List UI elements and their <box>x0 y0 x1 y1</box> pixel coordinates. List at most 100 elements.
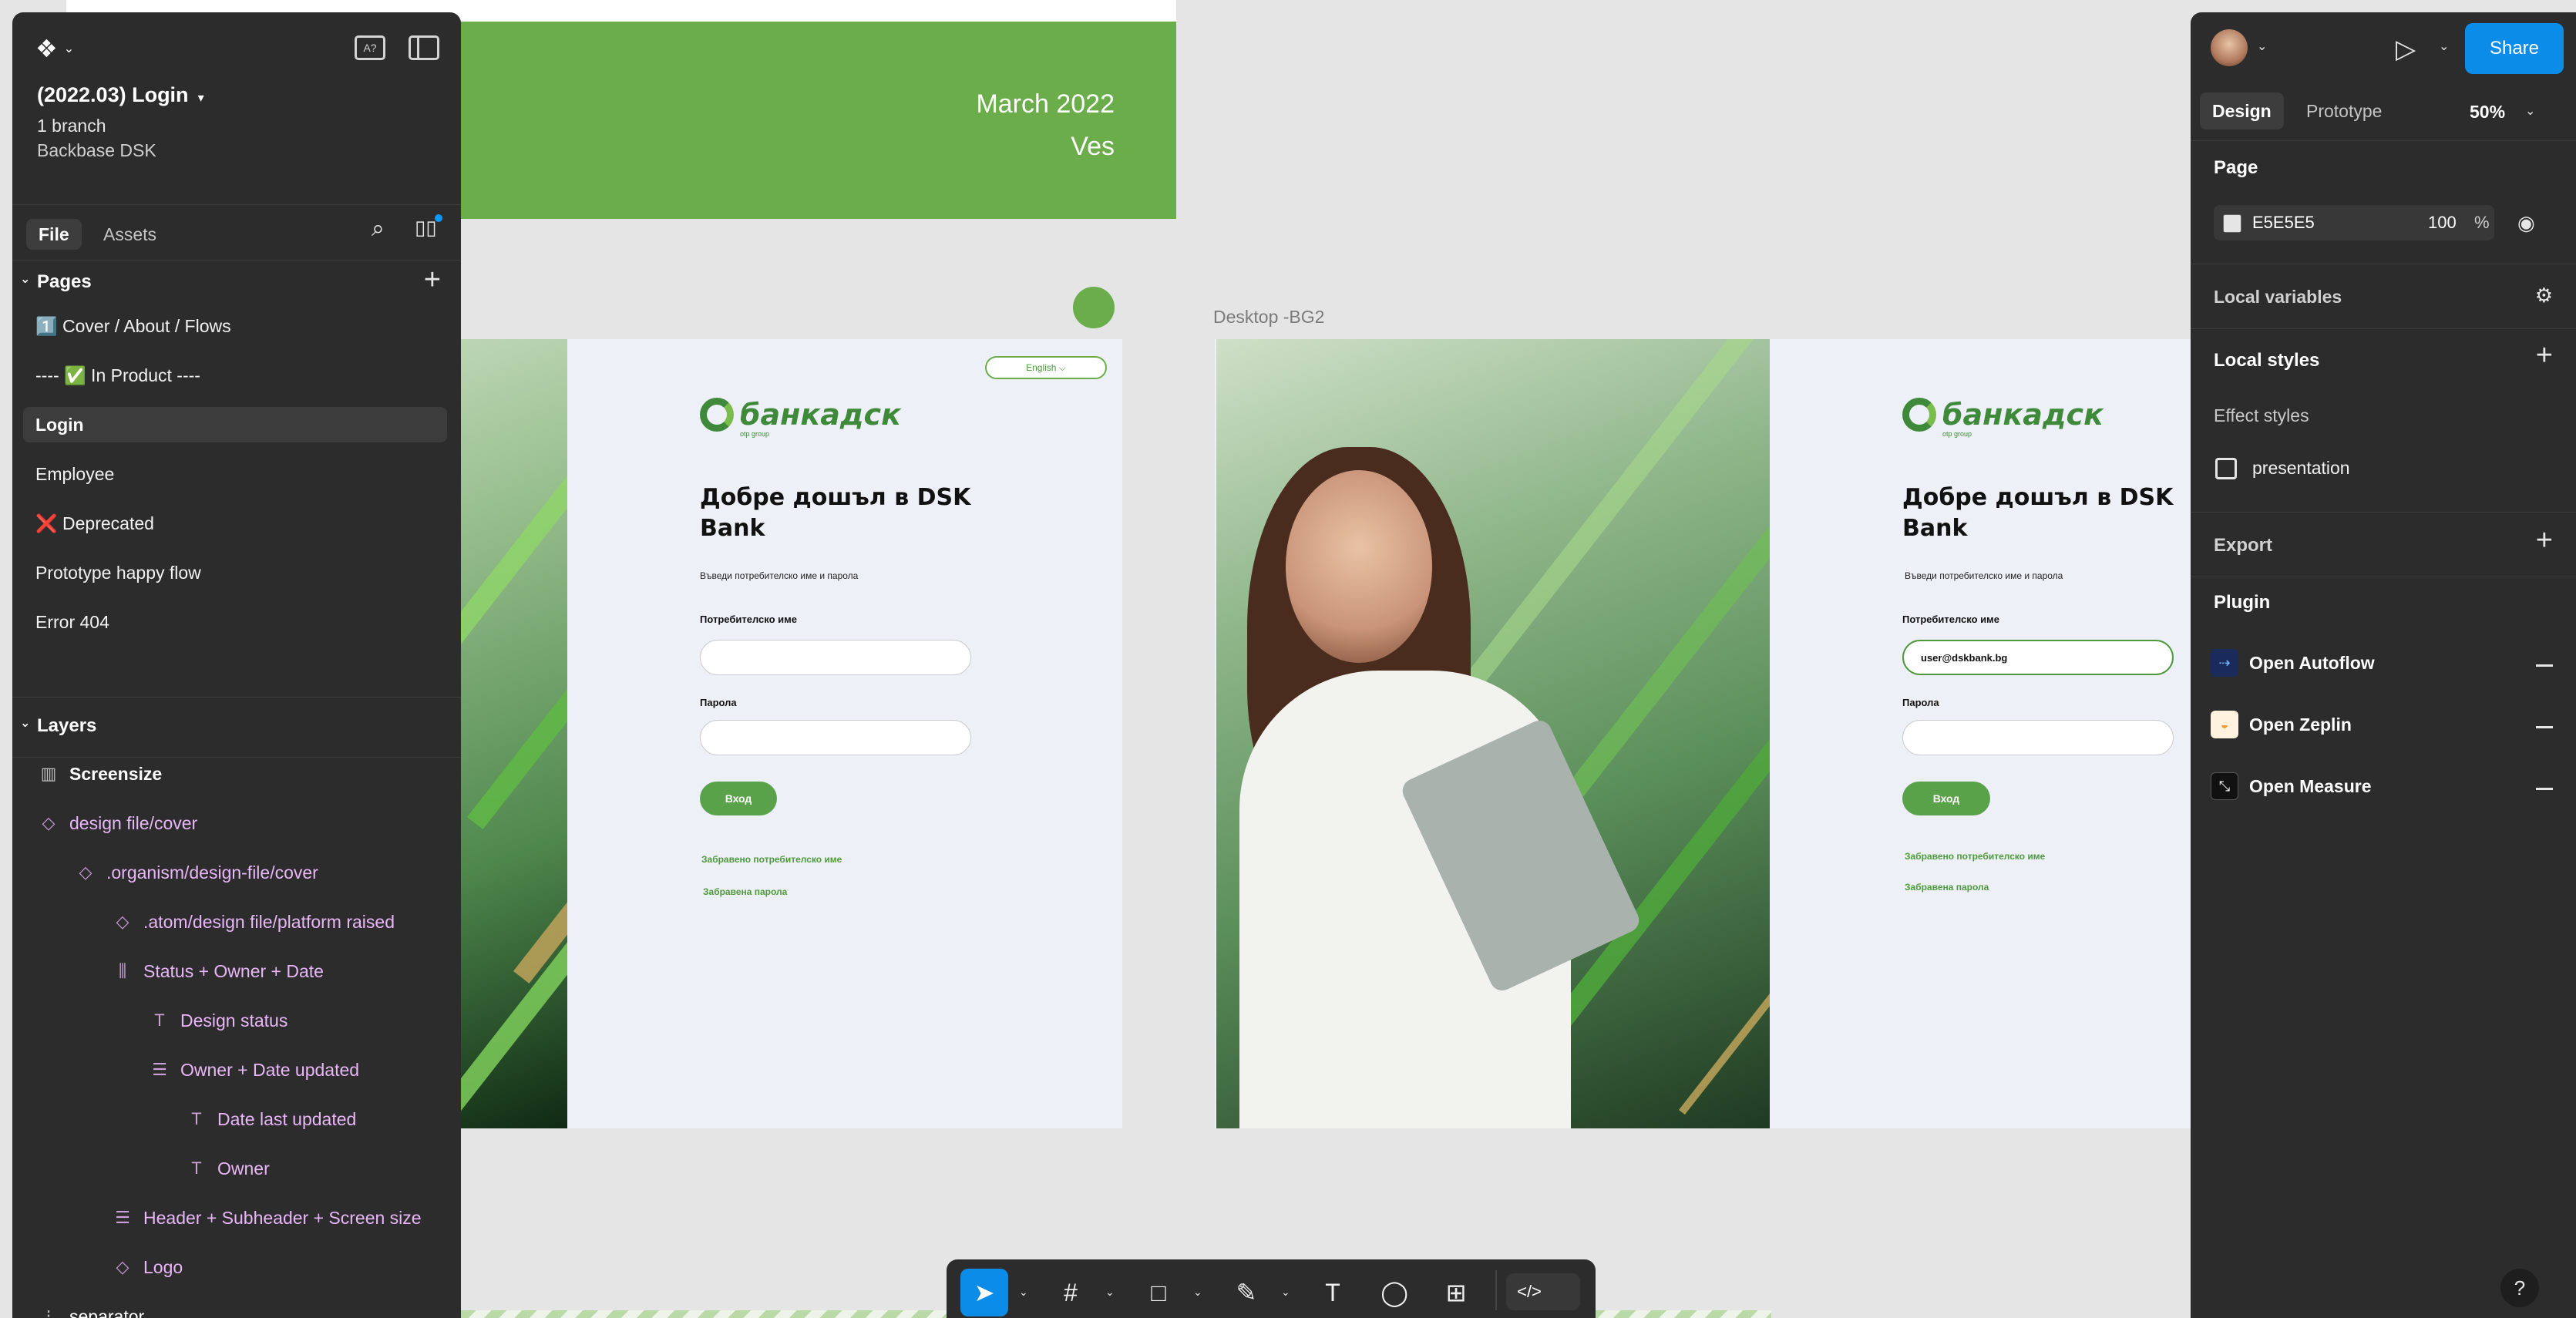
tab-file[interactable]: File <box>26 219 82 250</box>
plugin-autoflow[interactable]: ⇢ Open Autoflow <box>2211 647 2375 678</box>
login-button[interactable]: Вход <box>1902 782 1990 815</box>
layer-row[interactable]: ◇ .organism/design-file/cover <box>72 857 318 888</box>
layer-name: separator <box>69 1306 145 1318</box>
chevron-down-icon[interactable]: ⌄ <box>1281 1286 1290 1299</box>
library-icon[interactable]: ▯▯ <box>415 216 437 240</box>
forgot-password-link[interactable]: Забравена парола <box>1905 882 1989 893</box>
page-item[interactable]: Error 404 <box>23 604 447 640</box>
chevron-down-icon[interactable]: ⌄ <box>1193 1286 1202 1299</box>
username-label: Потребителско име <box>1902 614 1999 625</box>
layer-row[interactable]: ⁝ separator <box>35 1301 145 1318</box>
variables-settings-icon[interactable]: ⚙ <box>2535 284 2553 308</box>
component-instance-icon: ◇ <box>116 1257 129 1276</box>
notification-dot <box>435 214 442 222</box>
plugin-zeplin[interactable]: ◒ Open Zeplin <box>2211 709 2352 740</box>
layer-row[interactable]: T Design status <box>146 1005 288 1036</box>
page-item[interactable]: Prototype happy flow <box>23 555 447 590</box>
opacity-unit: % <box>2474 213 2490 232</box>
present-play-icon[interactable]: ▷ <box>2396 34 2416 65</box>
chevron-down-icon[interactable]: ⌄ <box>1019 1286 1028 1299</box>
layer-row[interactable]: ▥ Screensize <box>35 758 163 789</box>
eye-icon[interactable]: ◉ <box>2517 211 2535 235</box>
add-export-icon[interactable]: + <box>2536 524 2553 557</box>
branch-count[interactable]: 1 branch <box>37 116 106 136</box>
share-button[interactable]: Share <box>2465 23 2564 74</box>
login-frame-2[interactable]: банкадск otp group Добре дошъл в DSK Ban… <box>1215 339 2191 1128</box>
add-page-icon[interactable]: + <box>424 264 441 297</box>
cover-owner: Ves <box>1071 132 1115 161</box>
remove-plugin-icon[interactable] <box>2536 726 2553 728</box>
toolbar-separator <box>1495 1270 1497 1310</box>
text-tool-icon[interactable]: T <box>1309 1269 1357 1316</box>
file-name-dropdown[interactable]: (2022.03) Login ▾ <box>37 83 204 107</box>
language-selector[interactable]: English ⌵ <box>985 356 1107 379</box>
forgot-username-link[interactable]: Забравено потребителско име <box>701 854 842 865</box>
dev-mode-toggle[interactable]: </> <box>1506 1273 1580 1310</box>
code-icon: </> <box>1517 1282 1542 1301</box>
layers-label: Layers <box>37 715 97 736</box>
tab-design[interactable]: Design <box>2200 92 2284 129</box>
layer-row[interactable]: T Date last updated <box>183 1104 356 1135</box>
file-name: (2022.03) Login <box>37 83 189 106</box>
login-button[interactable]: Вход <box>700 782 777 815</box>
layer-row[interactable]: T Owner <box>183 1153 269 1184</box>
page-color-hex[interactable]: E5E5E5 <box>2252 213 2315 233</box>
user-avatar[interactable] <box>2211 29 2248 66</box>
main-menu-button[interactable]: ❖ ⌄ <box>35 34 74 63</box>
chevron-down-icon[interactable]: ⌄ <box>2525 103 2535 119</box>
actions-tool-icon[interactable]: ⊞ <box>1432 1269 1480 1316</box>
forgot-password-link[interactable]: Забравена парола <box>703 886 787 897</box>
layer-row[interactable]: ◇ Logo <box>109 1252 183 1283</box>
file-header: ❖ ⌄ A? (2022.03) Login ▾ 1 branch Backbas… <box>12 12 461 205</box>
team-name[interactable]: Backbase DSK <box>37 140 156 161</box>
ai-assist-icon[interactable]: A? <box>355 35 385 60</box>
forgot-username-link[interactable]: Забравено потребителско име <box>1905 851 2045 862</box>
layer-row[interactable]: ☰ Owner + Date updated <box>146 1054 359 1085</box>
remove-plugin-icon[interactable] <box>2536 664 2553 667</box>
chevron-down-icon[interactable]: ⌄ <box>2257 39 2267 54</box>
page-item[interactable]: 1️⃣ Cover / About / Flows <box>23 308 447 344</box>
chevron-down-icon[interactable]: ⌄ <box>2439 39 2449 54</box>
pen-tool-icon[interactable]: ✎ <box>1222 1269 1270 1316</box>
effect-style-presentation[interactable]: presentation <box>2252 458 2350 479</box>
move-tool-icon[interactable]: ➤ <box>960 1269 1008 1316</box>
zoom-level[interactable]: 50% <box>2470 102 2505 123</box>
username-field[interactable]: user@dskbank.bg <box>1902 640 2174 675</box>
layer-row[interactable]: ◇ .atom/design file/platform raised <box>109 906 395 937</box>
layer-name: Screensize <box>69 764 163 784</box>
page-opacity[interactable]: 100 <box>2428 213 2457 233</box>
layers-header[interactable]: ⌄ Layers <box>12 704 461 748</box>
layer-row[interactable]: ☰ Header + Subheader + Screen size <box>109 1202 421 1233</box>
password-field[interactable] <box>1902 720 2174 755</box>
rectangle-tool-icon[interactable]: □ <box>1135 1269 1182 1316</box>
figma-logo-icon: ❖ <box>35 35 58 62</box>
color-swatch[interactable] <box>2223 214 2241 233</box>
toggle-sidebar-icon[interactable] <box>409 35 439 60</box>
layer-row[interactable]: ◇ design file/cover <box>35 808 198 839</box>
pages-header[interactable]: ⌄ Pages + <box>12 261 461 304</box>
page-item[interactable]: Employee <box>23 456 447 492</box>
username-label: Потребителско име <box>700 614 797 625</box>
password-field[interactable] <box>700 720 971 755</box>
page-item[interactable]: ❌ Deprecated <box>23 506 447 541</box>
frame-label-desktop-bg2[interactable]: Desktop -BG2 <box>1213 307 1324 328</box>
auto-layout-vertical-icon: ☰ <box>115 1208 130 1227</box>
pages-label: Pages <box>37 271 92 292</box>
tab-prototype[interactable]: Prototype <box>2294 92 2394 129</box>
comment-tool-icon[interactable]: ◯ <box>1370 1269 1418 1316</box>
comment-marker[interactable] <box>1073 287 1115 328</box>
chevron-down-icon[interactable]: ⌄ <box>1105 1286 1115 1299</box>
search-icon[interactable]: ⌕ <box>372 216 385 242</box>
page-color-field[interactable]: E5E5E5 100 % <box>2214 205 2494 240</box>
frame-tool-icon[interactable]: # <box>1047 1269 1095 1316</box>
plugin-measure[interactable]: ⤡ Open Measure <box>2211 771 2372 802</box>
username-field[interactable] <box>700 640 971 675</box>
page-item[interactable]: ---- ✅ In Product ---- <box>23 358 447 393</box>
remove-plugin-icon[interactable] <box>2536 788 2553 790</box>
local-variables-label[interactable]: Local variables <box>2214 287 2342 308</box>
layer-row[interactable]: ⫼ Status + Owner + Date <box>109 956 324 987</box>
page-item-active[interactable]: Login <box>23 407 447 442</box>
tab-assets[interactable]: Assets <box>91 219 169 250</box>
add-style-icon[interactable]: + <box>2536 339 2553 372</box>
help-icon[interactable]: ? <box>2500 1269 2539 1307</box>
